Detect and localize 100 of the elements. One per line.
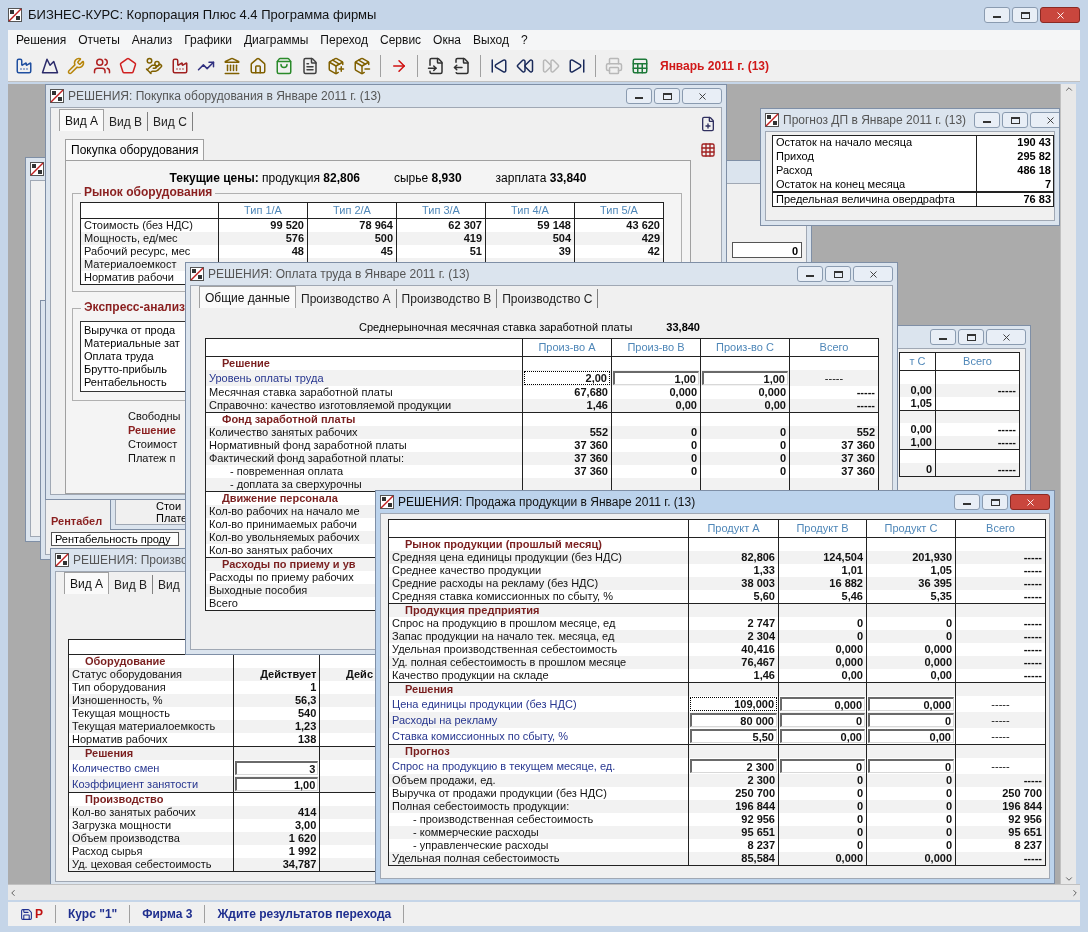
table-cell: 1 992 [288, 845, 317, 857]
table-cell: 138 [297, 733, 317, 745]
input-field[interactable]: 0 [868, 759, 954, 773]
input-field[interactable]: 1,00 [702, 371, 788, 385]
tab[interactable]: Вид В [109, 575, 154, 594]
close-button[interactable] [1010, 494, 1050, 510]
column-header: Произ-во А [538, 341, 596, 353]
minimize-button[interactable] [954, 494, 980, 510]
row-label: Приход [776, 150, 814, 162]
tab[interactable]: Покупка оборудования [65, 139, 205, 160]
table-cell: 0,00 [764, 399, 786, 411]
row-label: - доплата за сверхурочны [229, 478, 362, 491]
maximize-button[interactable] [654, 88, 680, 104]
table-cell: 0 [856, 774, 863, 786]
maximize-button[interactable] [982, 494, 1008, 510]
grid-icon [700, 142, 716, 158]
table-cell: 37 360 [841, 452, 875, 464]
minimize-button[interactable] [974, 112, 1001, 128]
tab[interactable]: Производство С [497, 289, 599, 308]
file-import-icon [427, 56, 445, 75]
vertical-scrollbar[interactable] [1060, 84, 1076, 884]
tab[interactable]: Вид А [59, 109, 105, 131]
input-field[interactable]: 1,00 [234, 777, 319, 791]
tab[interactable]: Вид А [64, 572, 110, 594]
table-cell: 48 [291, 245, 304, 257]
maximize-button[interactable] [825, 266, 851, 282]
grid-button[interactable] [698, 140, 718, 160]
row-label: Материалоемкост [84, 258, 177, 271]
minimize-button[interactable] [930, 329, 956, 345]
table-cell: ----- [1023, 656, 1042, 668]
input-field[interactable]: 0,000 [780, 697, 865, 711]
table-cell: 2 747 [747, 617, 775, 629]
menu-item[interactable]: Графики [178, 31, 238, 49]
table-cell: 250 700 [735, 787, 775, 799]
maximize-button[interactable] [1012, 7, 1038, 23]
input-field[interactable]: 0,00 [868, 729, 954, 743]
input-field[interactable]: 2,00 [524, 371, 610, 385]
table-cell: 552 [856, 426, 875, 438]
table-cell: ----- [856, 399, 875, 411]
period-label: Январь 2011 г. (13) [660, 57, 769, 75]
column-header: Произ-во В [627, 341, 685, 353]
text-field[interactable]: Рентабельность проду [51, 532, 179, 546]
menu-item[interactable]: Переход [314, 31, 374, 49]
close-icon [867, 268, 879, 280]
table-cell: 0 [856, 630, 863, 642]
row-label: Изношенность, % [72, 694, 163, 707]
minimize-button[interactable] [984, 7, 1010, 23]
maximize-button[interactable] [1002, 112, 1029, 128]
input-field[interactable]: 0,00 [780, 729, 865, 743]
menu-item[interactable]: Решения [10, 31, 73, 49]
value-field[interactable]: 0 [732, 242, 802, 258]
table-cell: 0 [856, 826, 863, 838]
input-field[interactable]: 0 [780, 713, 865, 727]
row-label: Уровень оплаты труда [209, 371, 324, 385]
maximize-button[interactable] [958, 329, 984, 345]
maximize-icon [966, 333, 976, 341]
row-label: - коммерческие расходы [412, 826, 539, 839]
input-field[interactable]: 2 300 [690, 759, 777, 773]
menu-item[interactable]: Сервис [374, 31, 428, 49]
package-icon [327, 56, 345, 75]
input-field[interactable]: 0 [868, 713, 954, 727]
section-heading: Решение [222, 357, 270, 370]
input-field[interactable]: 1,00 [613, 371, 699, 385]
close-icon [1024, 496, 1036, 508]
menu-item[interactable]: Диаграммы [238, 31, 315, 49]
close-icon [1054, 9, 1066, 21]
minimize-button[interactable] [626, 88, 652, 104]
table-cell: 62 307 [448, 219, 482, 231]
tab[interactable]: Производство В [396, 289, 498, 308]
table-cell: 59 148 [537, 219, 571, 231]
menu-item[interactable]: Анализ [125, 31, 179, 49]
horizontal-scrollbar[interactable] [8, 884, 1080, 900]
minimize-button[interactable] [797, 266, 823, 282]
table-cell: 92 956 [1008, 813, 1042, 825]
menu-item[interactable]: Окна [427, 31, 467, 49]
input-field[interactable]: 109,000 [690, 697, 777, 711]
table-cell: ----- [1023, 577, 1042, 589]
minimize-icon [635, 97, 643, 99]
input-field[interactable]: 0,000 [868, 697, 954, 711]
table-cell: 0 [856, 813, 863, 825]
app-icon [8, 8, 22, 22]
tab[interactable]: Общие данные [199, 286, 297, 308]
input-field[interactable]: 0 [780, 759, 865, 773]
close-button[interactable] [1040, 7, 1080, 23]
table-cell: 45 [380, 245, 393, 257]
table-cell: 0 [945, 787, 952, 799]
table-cell: 40,416 [741, 643, 775, 655]
menu-item[interactable]: ? [514, 31, 534, 49]
table-cell: ----- [824, 371, 844, 384]
column-header: Тип 3/А [422, 204, 460, 216]
table-cell: 1,01 [841, 564, 863, 576]
input-field[interactable]: 5,50 [690, 729, 777, 743]
spreadsheet-icon [631, 56, 649, 75]
tab[interactable]: Вид С [148, 112, 193, 131]
menu-item[interactable]: Отчеты [72, 31, 126, 49]
tab[interactable]: Вид В [104, 112, 149, 131]
input-field[interactable]: 80 000 [690, 713, 777, 727]
menu-item[interactable]: Выход [467, 31, 515, 49]
input-field[interactable]: 3 [234, 761, 319, 775]
tab[interactable]: Производство А [296, 289, 397, 308]
